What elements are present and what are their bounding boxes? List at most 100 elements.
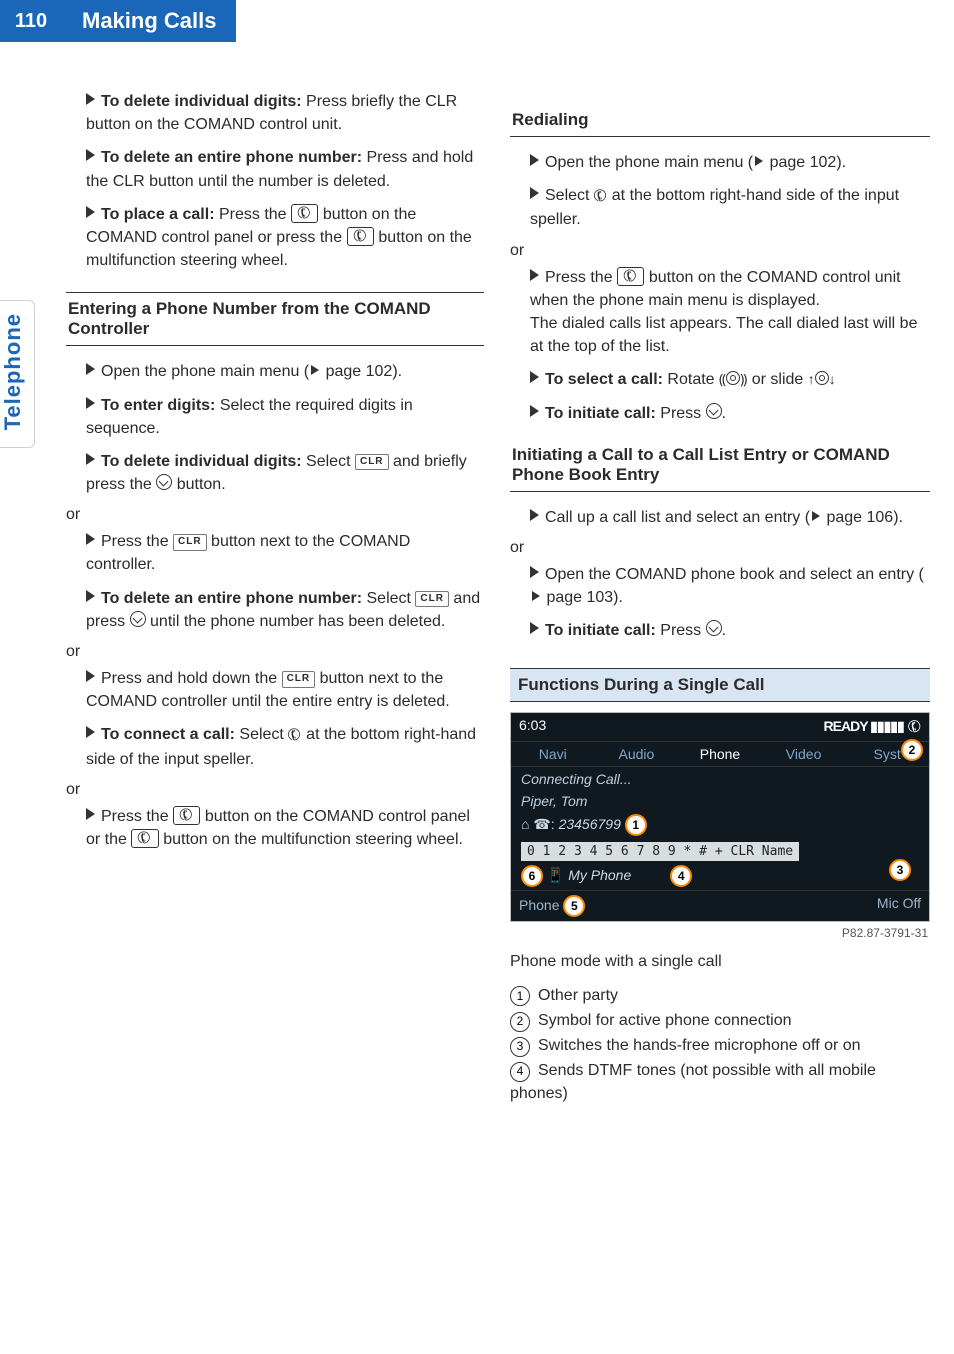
ss-connecting: Connecting Call...: [511, 767, 929, 789]
boxed-heading: Functions During a Single Call: [510, 668, 930, 702]
bold-text: To delete individual digits:: [101, 93, 302, 110]
list-item: Call up a call list and select an entry …: [530, 506, 930, 529]
page-number: 110: [0, 0, 62, 42]
bullet-arrow-icon: [530, 187, 539, 199]
slide-down-icon: ↓: [829, 369, 836, 389]
legend-text: Other party: [538, 987, 618, 1004]
right-column: Redialing Open the phone main menu ( pag…: [510, 90, 930, 1108]
crossref-triangle-icon: [532, 591, 540, 601]
bullet-arrow-icon: [86, 808, 95, 820]
bullet-arrow-icon: [86, 93, 95, 105]
ss-tab-phone: Phone: [678, 742, 762, 766]
figure-caption: Phone mode with a single call: [510, 950, 930, 973]
callout-4: 4: [670, 865, 692, 887]
list-item: To delete individual digits: Select CLR …: [86, 450, 484, 496]
body-text: Press: [656, 405, 706, 422]
list-item: To place a call: Press the ✆ button on t…: [86, 203, 484, 273]
list-item: To delete an entire phone number: Press …: [86, 146, 484, 192]
page: 110 Making Calls Telephone To delete ind…: [0, 0, 954, 1354]
or-separator: or: [66, 506, 484, 524]
list-item: To enter digits: Select the required dig…: [86, 394, 484, 440]
body-text: button.: [172, 476, 225, 493]
legend-text: Symbol for active phone connection: [538, 1012, 791, 1029]
ss-numline-prefix: ⌂ ☎:: [521, 816, 559, 832]
ss-tab-navi: Navi: [511, 742, 595, 766]
list-item: Open the COMAND phone book and select an…: [530, 563, 930, 609]
press-knob-icon: [706, 403, 722, 419]
bullet-arrow-icon: [86, 149, 95, 161]
or-separator: or: [510, 539, 930, 557]
body-text: Rotate: [663, 371, 719, 388]
side-tab-label: Telephone: [0, 313, 26, 430]
bullet-arrow-icon: [530, 509, 539, 521]
bold-text: To initiate call:: [545, 405, 656, 422]
ss-tab-video: Video: [762, 742, 846, 766]
bullet-arrow-icon: [530, 405, 539, 417]
bullet-arrow-icon: [86, 726, 95, 738]
list-item: Press and hold down the CLR button next …: [86, 667, 484, 713]
legend-num-4: 4: [510, 1062, 530, 1082]
list-item: To delete individual digits: Press brief…: [86, 90, 484, 136]
crossref-triangle-icon: [812, 511, 820, 521]
body-text: Press the: [101, 808, 173, 825]
rotate-knob-icon: [815, 371, 829, 385]
handset-button-icon: ✆: [131, 829, 158, 848]
subsection-heading: Initiating a Call to a Call List Entry o…: [510, 445, 930, 492]
list-item: Select ✆ at the bottom right-hand side o…: [530, 184, 930, 231]
handset-button-icon: ✆: [173, 806, 200, 825]
body-text: or slide: [747, 371, 807, 388]
bold-text: To connect a call:: [101, 726, 235, 743]
list-item: Open the phone main menu ( page 102).: [86, 360, 484, 383]
bullet-arrow-icon: [86, 590, 95, 602]
callout-6: 6: [521, 865, 543, 887]
body-text: Press the: [215, 206, 291, 223]
clr-key-icon: CLR: [173, 534, 207, 551]
crossref-triangle-icon: [755, 156, 763, 166]
list-item: To initiate call: Press .: [530, 619, 930, 642]
callout-5: 5: [563, 895, 585, 917]
ss-my-phone: My Phone: [568, 867, 631, 883]
body-text: Press and hold down the: [101, 670, 282, 687]
handset-button-icon: ✆: [291, 204, 318, 223]
body-text: until the phone number has been deleted.: [146, 613, 446, 630]
ss-phone-label: Phone: [519, 897, 559, 913]
list-item: Press the CLR button next to the COMAND …: [86, 530, 484, 576]
body-text: The dialed calls list appears. The call …: [530, 315, 917, 355]
crossref-triangle-icon: [311, 365, 319, 375]
press-knob-icon: [706, 620, 722, 636]
bold-text: To delete an entire phone number:: [101, 590, 362, 607]
bold-text: To initiate call:: [545, 622, 656, 639]
ss-number: 23456799: [559, 816, 621, 832]
body-text: page 106).: [822, 509, 903, 526]
body-text: Open the phone main menu (: [101, 363, 309, 380]
list-item: Press the ✆ button on the COMAND control…: [530, 266, 930, 359]
top-bar: 110 Making Calls: [0, 0, 954, 42]
legend-text: Sends DTMF tones (not possible with all …: [510, 1062, 876, 1102]
bold-text: To delete individual digits:: [101, 453, 302, 470]
subsection-heading: Redialing: [510, 110, 930, 137]
body-text: Select: [302, 453, 355, 470]
ss-tab-audio: Audio: [595, 742, 679, 766]
bold-text: To select a call:: [545, 371, 663, 388]
figure-id: P82.87-3791-31: [510, 926, 928, 940]
legend-num-3: 3: [510, 1037, 530, 1057]
ss-digit-row: 0 1 2 3 4 5 6 7 8 9 * # + CLR Name: [521, 842, 799, 861]
body-text: Select: [545, 187, 594, 204]
body-text: page 102).: [321, 363, 402, 380]
clr-key-icon: CLR: [415, 591, 449, 608]
rotate-left-icon: ⸨: [719, 369, 726, 389]
handset-icon: ✆: [903, 715, 925, 739]
side-tab: Telephone: [0, 300, 35, 448]
legend-text: Switches the hands-free microphone off o…: [538, 1037, 861, 1054]
bullet-arrow-icon: [530, 566, 539, 578]
handset-button-icon: ✆: [617, 267, 644, 286]
clr-key-icon: CLR: [282, 671, 316, 688]
press-knob-icon: [156, 474, 172, 490]
bold-text: To delete an entire phone number:: [101, 149, 362, 166]
bold-text: To enter digits:: [101, 397, 215, 414]
body-text: Select: [362, 590, 415, 607]
clr-key-icon: CLR: [355, 454, 389, 471]
bullet-arrow-icon: [86, 670, 95, 682]
body-text: button on the multifunction steering whe…: [159, 831, 463, 848]
body-text: page 102).: [765, 154, 846, 171]
